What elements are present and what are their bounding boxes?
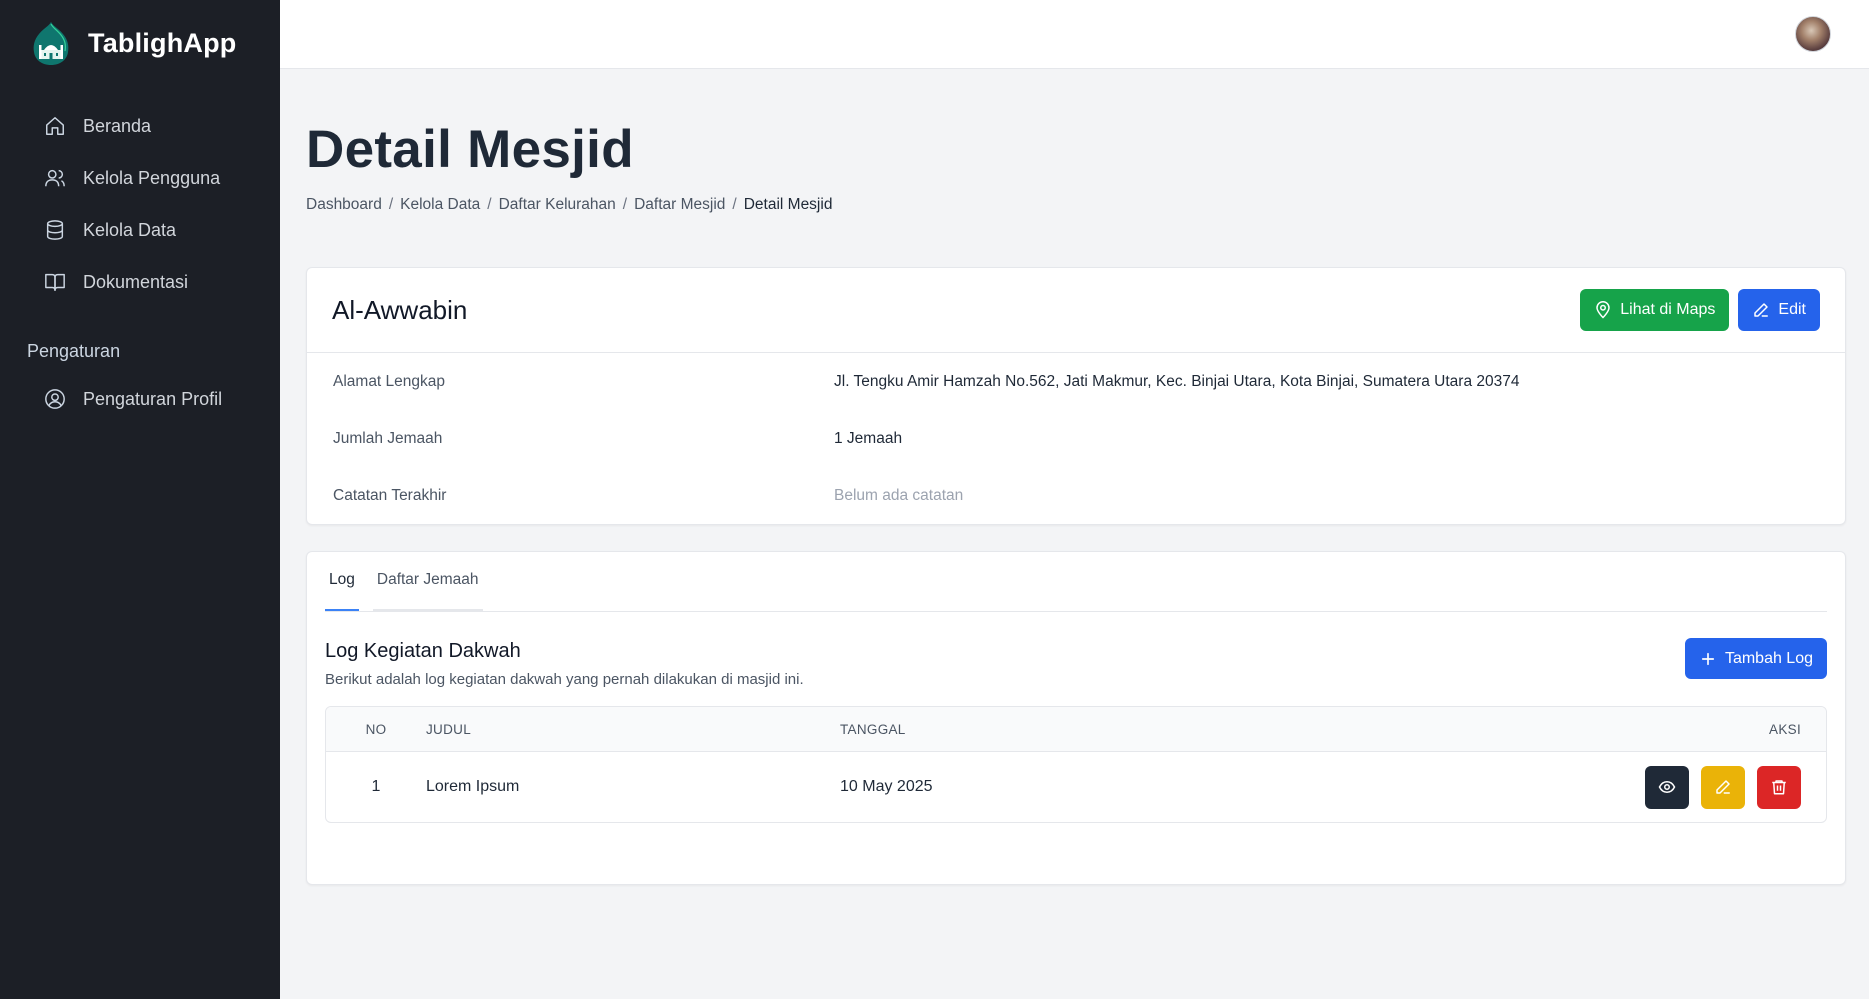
sidebar-item-label: Kelola Data (83, 219, 177, 240)
breadcrumb-current: Detail Mesjid (743, 196, 833, 214)
breadcrumb: Dashboard / Kelola Data / Daftar Kelurah… (306, 196, 1846, 214)
sidebar-item-beranda[interactable]: Beranda (0, 100, 280, 152)
mosque-name: Al-Awwabin (332, 294, 468, 325)
view-on-maps-label: Lihat di Maps (1620, 301, 1716, 319)
detail-label: Alamat Lengkap (333, 372, 446, 390)
edit-button[interactable]: Edit (1738, 289, 1820, 332)
table-row: 1 Lorem Ipsum 10 May 2025 (326, 752, 1826, 822)
tab-log[interactable]: Log (325, 551, 359, 612)
cell-tanggal: 10 May 2025 (840, 778, 933, 796)
sidebar-item-kelola-pengguna[interactable]: Kelola Pengguna (0, 152, 280, 204)
sidebar-item-pengaturan-profil[interactable]: Pengaturan Profil (0, 373, 280, 425)
book-icon (44, 271, 66, 293)
user-circle-icon (44, 388, 66, 410)
breadcrumb-item[interactable]: Daftar Mesjid (634, 196, 725, 214)
breadcrumb-separator: / (622, 196, 628, 214)
page-title: Detail Mesjid (306, 120, 634, 179)
cell-judul: Lorem Ipsum (426, 778, 520, 796)
edit-row-button[interactable] (1701, 765, 1745, 809)
log-heading-group: Log Kegiatan Dakwah Berikut adalah log k… (325, 640, 804, 688)
log-description: Berikut adalah log kegiatan dakwah yang … (325, 671, 804, 689)
brand[interactable]: TablighApp (0, 0, 280, 86)
home-icon (44, 115, 66, 137)
tab-bar: Log Daftar Jemaah (325, 551, 1827, 613)
column-header-tanggal: TANGGAL (840, 721, 906, 737)
pencil-icon (1716, 780, 1730, 795)
breadcrumb-item[interactable]: Daftar Kelurahan (499, 196, 616, 214)
sidebar-item-label: Pengaturan Profil (83, 388, 223, 409)
users-icon (44, 167, 66, 189)
sidebar-nav: Beranda Kelola Pengguna Kelola Data Doku… (0, 100, 280, 425)
delete-button[interactable] (1757, 765, 1801, 809)
detail-value: Jl. Tengku Amir Hamzah No.562, Jati Makm… (834, 372, 1520, 390)
detail-row-congregation: Jumlah Jemaah 1 Jemaah (307, 410, 1845, 468)
sidebar-section-label: Pengaturan (27, 340, 121, 361)
main-content: Detail Mesjid Dashboard / Kelola Data / … (306, 69, 1846, 886)
mosque-info-header: Al-Awwabin Lihat di Maps Edit (307, 268, 1845, 354)
log-title: Log Kegiatan Dakwah (325, 640, 521, 663)
edit-label: Edit (1778, 301, 1806, 319)
detail-value: 1 Jemaah (834, 429, 903, 447)
log-table: NO JUDUL TANGGAL AKSI 1 Lorem Ipsum 10 M… (325, 706, 1827, 824)
detail-label: Jumlah Jemaah (333, 429, 443, 447)
mosque-logo-icon (33, 22, 69, 65)
sidebar-item-dokumentasi[interactable]: Dokumentasi (0, 256, 280, 308)
activity-card: Log Daftar Jemaah Log Kegiatan Dakwah Be… (306, 551, 1846, 886)
pencil-icon (1754, 303, 1769, 318)
sidebar: TablighApp Beranda Kelola Pengguna Kelol… (0, 0, 280, 999)
breadcrumb-item[interactable]: Dashboard (306, 196, 382, 214)
breadcrumb-separator: / (388, 196, 394, 214)
mosque-actions: Lihat di Maps Edit (1580, 289, 1820, 332)
detail-row-notes: Catatan Terakhir Belum ada catatan (307, 467, 1845, 524)
table-header: NO JUDUL TANGGAL AKSI (326, 707, 1826, 753)
app-name: TablighApp (88, 27, 237, 58)
avatar[interactable] (1795, 16, 1831, 52)
row-actions (1626, 765, 1826, 809)
breadcrumb-item[interactable]: Kelola Data (400, 196, 480, 214)
breadcrumb-separator: / (732, 196, 737, 214)
database-icon (44, 219, 66, 241)
detail-row-address: Alamat Lengkap Jl. Tengku Amir Hamzah No… (307, 353, 1845, 410)
topbar (280, 0, 1869, 69)
view-on-maps-button[interactable]: Lihat di Maps (1580, 289, 1730, 332)
trash-icon (1772, 780, 1786, 795)
detail-label: Catatan Terakhir (333, 486, 447, 504)
detail-value: Belum ada catatan (834, 486, 964, 504)
sidebar-item-label: Dokumentasi (83, 271, 189, 292)
plus-icon (1701, 652, 1715, 665)
add-log-label: Tambah Log (1724, 649, 1813, 667)
log-header: Log Kegiatan Dakwah Berikut adalah log k… (325, 638, 1827, 688)
column-header-no: NO (365, 721, 387, 737)
cell-no: 1 (371, 778, 381, 796)
sidebar-item-label: Kelola Pengguna (83, 167, 221, 188)
sidebar-item-label: Beranda (83, 115, 152, 136)
eye-icon (1658, 781, 1676, 794)
view-button[interactable] (1645, 765, 1689, 809)
tab-daftar-jemaah[interactable]: Daftar Jemaah (372, 551, 483, 612)
breadcrumb-separator: / (487, 196, 492, 214)
add-log-button[interactable]: Tambah Log (1684, 638, 1827, 680)
mosque-info-card: Al-Awwabin Lihat di Maps Edit Alamat Len… (306, 267, 1846, 526)
column-header-aksi: AKSI (1769, 721, 1801, 737)
column-header-judul: JUDUL (426, 721, 472, 737)
map-pin-icon (1596, 301, 1611, 319)
sidebar-item-kelola-data[interactable]: Kelola Data (0, 204, 280, 256)
